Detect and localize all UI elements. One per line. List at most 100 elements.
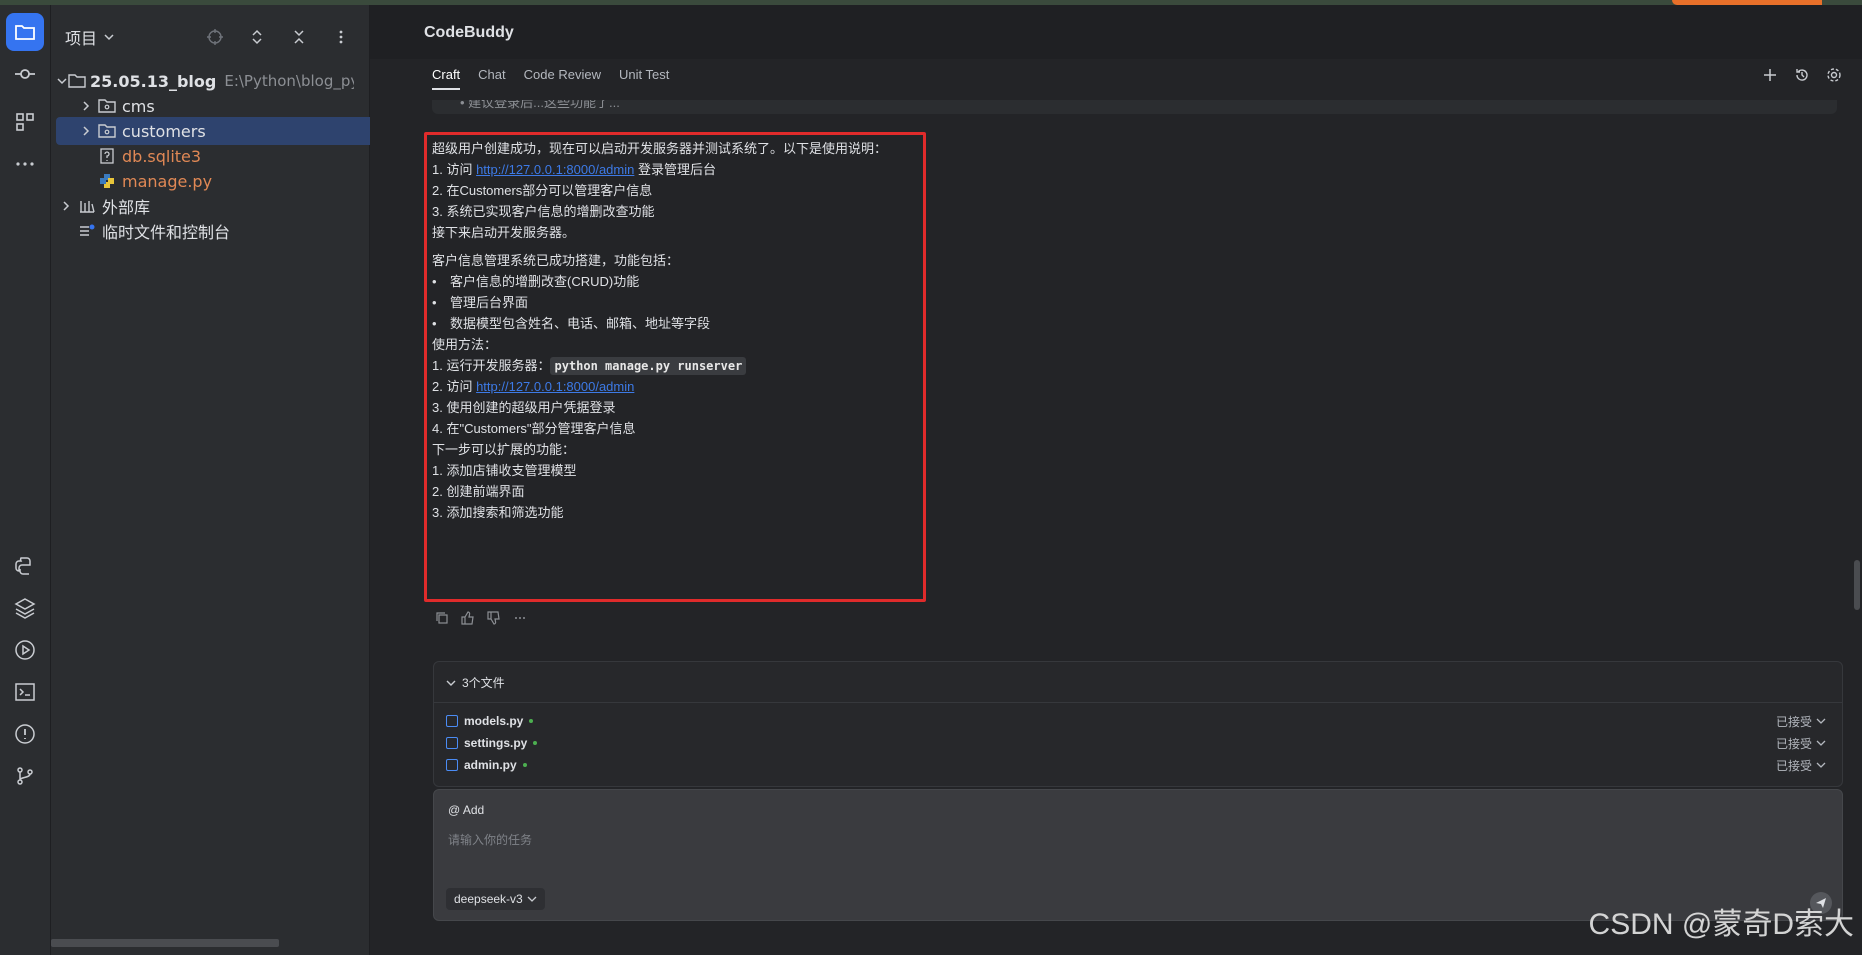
tab-chat[interactable]: Chat [478, 67, 505, 90]
tab-craft[interactable]: Craft [432, 67, 461, 90]
model-selector[interactable]: deepseek-v3 [446, 888, 545, 910]
tree-item-label: cms [122, 96, 155, 116]
folder-icon [68, 73, 86, 89]
package-folder-icon [96, 98, 118, 114]
project-toolbar [201, 23, 397, 51]
chevron-down-icon[interactable] [56, 75, 68, 87]
file-status[interactable]: 已接受 [1776, 713, 1826, 730]
panel-actions [1760, 65, 1844, 85]
file-icon [446, 715, 458, 727]
files-toggle[interactable]: 3个文件 [446, 674, 505, 691]
tree-item-customers[interactable]: customers [56, 117, 374, 145]
file-status[interactable]: 已接受 [1776, 735, 1826, 752]
status-label: 已接受 [1775, 714, 1812, 729]
problems-icon[interactable] [6, 715, 44, 753]
thumbs-down-icon[interactable] [486, 610, 502, 626]
tab-bar: Craft Chat Code Review Unit Test [432, 67, 669, 90]
project-panel: 项目 25.05.13_blog E:\Python\blog_py\2 cms… [51, 5, 389, 955]
message-text: 1. 运行开发服务器： [432, 358, 551, 373]
modified-dot [529, 719, 534, 723]
message-line: 3. 使用创建的超级用户凭据登录 [432, 400, 616, 415]
more-icon[interactable] [6, 145, 44, 183]
tree-item-root[interactable]: 25.05.13_blog E:\Python\blog_py\2 [56, 67, 354, 95]
structure-icon[interactable] [6, 103, 44, 141]
options-icon[interactable] [327, 23, 355, 51]
bullet-text: 数据模型包含姓名、电话、邮箱、地址等字段 [450, 316, 711, 331]
tree-item-label: 临时文件和控制台 [102, 223, 231, 242]
chevron-down-icon [527, 896, 537, 902]
admin-link[interactable]: http://127.0.0.1:8000/admin [476, 379, 634, 394]
watermark: CSDN @蒙奇D索大 [1588, 908, 1854, 941]
commit-icon[interactable] [6, 55, 44, 93]
file-name: settings.py [464, 736, 528, 750]
vertical-scrollbar[interactable] [1854, 560, 1860, 610]
tree-item-scratches[interactable]: 临时文件和控制台 [56, 217, 374, 245]
bullet-text: 客户信息的增删改查(CRUD)功能 [450, 274, 640, 289]
collapse-all-icon[interactable] [285, 23, 313, 51]
unknown-file-icon [96, 148, 118, 164]
message-line: 使用方法： [432, 337, 498, 352]
add-context-button[interactable]: @ Add [448, 803, 484, 817]
history-icon[interactable] [1792, 65, 1812, 85]
chevron-right-icon[interactable] [76, 100, 96, 112]
terminal-icon[interactable] [6, 673, 44, 711]
thumbs-up-icon[interactable] [460, 610, 476, 626]
status-label: 已接受 [1775, 736, 1812, 751]
tree-item-manage[interactable]: manage.py [56, 167, 394, 195]
tree-item-external-libs[interactable]: 外部库 [56, 192, 354, 220]
message-line: 下一步可以扩展的功能： [432, 442, 576, 457]
chevron-down-icon [446, 680, 456, 686]
status-label: 已接受 [1775, 758, 1812, 773]
plus-icon[interactable] [1760, 65, 1780, 85]
package-folder-icon [96, 123, 118, 139]
expand-all-icon[interactable] [243, 23, 271, 51]
chevron-right-icon[interactable] [56, 200, 76, 212]
layers-icon[interactable] [6, 589, 44, 627]
message-line: 接下来启动开发服务器。 [432, 225, 576, 240]
project-folder-icon[interactable] [6, 13, 44, 51]
settings-icon[interactable] [1824, 65, 1844, 85]
admin-link[interactable]: http://127.0.0.1:8000/admin [476, 162, 634, 177]
message-text: 登录管理后台 [634, 162, 716, 177]
activity-bar [0, 5, 51, 955]
message-text: 1. 访问 [432, 162, 477, 177]
previous-message-tail: • 建议登录后...这些功能了... [432, 100, 1837, 114]
file-item[interactable]: admin.py 已接受 [446, 755, 1826, 775]
tree-item-cms[interactable]: cms [56, 92, 374, 120]
message-line: 3. 系统已实现客户信息的增删改查功能 [432, 204, 655, 219]
horizontal-scrollbar[interactable] [51, 939, 279, 947]
modified-dot [533, 741, 538, 745]
chevron-right-icon[interactable] [76, 125, 96, 137]
changed-files-panel: 3个文件 models.py 已接受 settings.py 已接受 admin… [433, 661, 1843, 787]
tree-item-label: 外部库 [102, 198, 151, 217]
file-item[interactable]: models.py 已接受 [446, 711, 1826, 731]
file-icon [446, 759, 458, 771]
copy-icon[interactable] [434, 610, 450, 626]
tree-item-label: db.sqlite3 [122, 146, 202, 166]
message-line: 2. 创建前端界面 [432, 484, 525, 499]
message-line: 4. 在"Customers"部分管理客户信息 [432, 421, 636, 436]
task-input-placeholder[interactable]: 请输入你的任务 [448, 831, 532, 848]
file-item[interactable]: settings.py 已接受 [446, 733, 1826, 753]
tab-code-review[interactable]: Code Review [524, 67, 601, 90]
bullet-item: 客户信息的增删改查(CRUD)功能 [432, 273, 639, 291]
scratches-icon [76, 223, 98, 239]
tab-unit-test[interactable]: Unit Test [619, 67, 669, 90]
tree-item-db[interactable]: db.sqlite3 [56, 142, 394, 170]
chevron-down-icon [1816, 762, 1826, 768]
message-line: 2. 访问 http://127.0.0.1:8000/admin [432, 378, 634, 396]
file-status[interactable]: 已接受 [1776, 757, 1826, 774]
run-icon[interactable] [6, 631, 44, 669]
git-icon[interactable] [6, 757, 44, 795]
chevron-down-icon [104, 34, 114, 41]
project-title: 项目 [65, 29, 98, 48]
tree-item-path: E:\Python\blog_py\2 [224, 72, 354, 90]
locate-icon[interactable] [201, 23, 229, 51]
bullet-item: 数据模型包含姓名、电话、邮箱、地址等字段 [432, 315, 710, 333]
more-icon[interactable] [512, 610, 528, 626]
previous-message-text: • 建议登录后...这些功能了... [460, 100, 620, 110]
bullet-text: 管理后台界面 [450, 295, 529, 310]
project-title-dropdown[interactable]: 项目 [65, 23, 115, 51]
python-console-icon[interactable] [6, 547, 44, 585]
title-bar: CodeBuddy [370, 5, 1862, 59]
